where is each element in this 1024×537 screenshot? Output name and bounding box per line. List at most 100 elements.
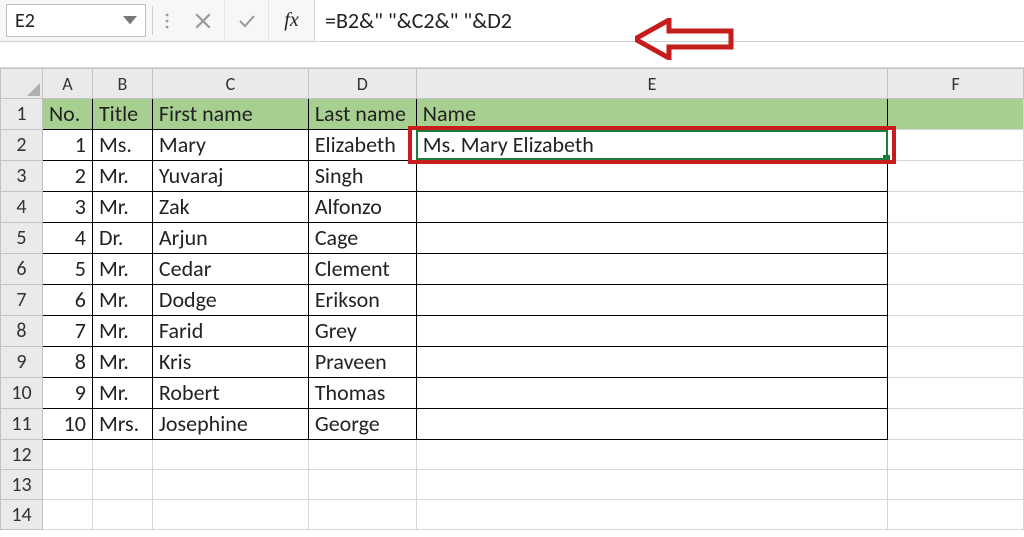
cell-B12[interactable]	[92, 440, 152, 470]
cell-E6[interactable]	[416, 254, 887, 285]
cell-A14[interactable]	[42, 500, 92, 530]
row-header-3[interactable]: 3	[1, 161, 43, 192]
cell-F8[interactable]	[888, 316, 1024, 347]
cell-C7[interactable]: Dodge	[152, 285, 308, 316]
cell-F10[interactable]	[888, 378, 1024, 409]
row-header-12[interactable]: 12	[1, 440, 43, 470]
cell-A11[interactable]: 10	[42, 409, 92, 440]
cell-B2[interactable]: Ms.	[92, 130, 152, 161]
cell-C1[interactable]: First name	[152, 99, 308, 130]
cell-F12[interactable]	[888, 440, 1024, 470]
cell-F2[interactable]	[888, 130, 1024, 161]
cell-E7[interactable]	[416, 285, 887, 316]
cell-E1[interactable]: Name	[416, 99, 887, 130]
name-box-dropdown-icon[interactable]	[123, 14, 137, 28]
cell-C4[interactable]: Zak	[152, 192, 308, 223]
cancel-formula-button[interactable]	[181, 0, 225, 41]
cell-D14[interactable]	[308, 500, 416, 530]
cell-C14[interactable]	[152, 500, 308, 530]
row-header-9[interactable]: 9	[1, 347, 43, 378]
enter-formula-button[interactable]	[225, 0, 269, 41]
cell-E14[interactable]	[416, 500, 887, 530]
cell-A1[interactable]: No.	[42, 99, 92, 130]
cell-B5[interactable]: Dr.	[92, 223, 152, 254]
cell-D5[interactable]: Cage	[308, 223, 416, 254]
cell-D10[interactable]: Thomas	[308, 378, 416, 409]
col-header-D[interactable]: D	[308, 69, 416, 99]
cell-D8[interactable]: Grey	[308, 316, 416, 347]
cell-C2[interactable]: Mary	[152, 130, 308, 161]
cell-D3[interactable]: Singh	[308, 161, 416, 192]
insert-function-button[interactable]: fx	[269, 0, 315, 41]
cell-B11[interactable]: Mrs.	[92, 409, 152, 440]
col-header-C[interactable]: C	[152, 69, 308, 99]
formula-input[interactable]: =B2&" "&C2&" "&D2	[315, 0, 1024, 41]
cell-E8[interactable]	[416, 316, 887, 347]
cell-E10[interactable]	[416, 378, 887, 409]
cell-D7[interactable]: Erikson	[308, 285, 416, 316]
cell-E5[interactable]	[416, 223, 887, 254]
cell-F3[interactable]	[888, 161, 1024, 192]
row-header-6[interactable]: 6	[1, 254, 43, 285]
cell-D13[interactable]	[308, 470, 416, 500]
worksheet-grid[interactable]: A B C D E F 1 No. Title First name Last …	[0, 68, 1024, 530]
cell-C10[interactable]: Robert	[152, 378, 308, 409]
cell-A2[interactable]: 1	[42, 130, 92, 161]
cell-E3[interactable]	[416, 161, 887, 192]
cell-F5[interactable]	[888, 223, 1024, 254]
cell-A10[interactable]: 9	[42, 378, 92, 409]
cell-C9[interactable]: Kris	[152, 347, 308, 378]
cell-F1[interactable]	[888, 99, 1024, 130]
col-header-F[interactable]: F	[888, 69, 1024, 99]
cell-D6[interactable]: Clement	[308, 254, 416, 285]
row-header-14[interactable]: 14	[1, 500, 43, 530]
row-header-8[interactable]: 8	[1, 316, 43, 347]
cell-A8[interactable]: 7	[42, 316, 92, 347]
row-header-13[interactable]: 13	[1, 470, 43, 500]
formula-bar-options-icon[interactable]	[153, 0, 181, 41]
cell-E4[interactable]	[416, 192, 887, 223]
cell-E11[interactable]	[416, 409, 887, 440]
cell-F14[interactable]	[888, 500, 1024, 530]
cell-A12[interactable]	[42, 440, 92, 470]
cell-E2[interactable]: Ms. Mary Elizabeth	[416, 130, 887, 161]
cell-B4[interactable]: Mr.	[92, 192, 152, 223]
col-header-A[interactable]: A	[42, 69, 92, 99]
cell-D11[interactable]: George	[308, 409, 416, 440]
cell-F4[interactable]	[888, 192, 1024, 223]
select-all-button[interactable]	[1, 69, 43, 99]
cell-A5[interactable]: 4	[42, 223, 92, 254]
cell-A13[interactable]	[42, 470, 92, 500]
cell-B8[interactable]: Mr.	[92, 316, 152, 347]
cell-C8[interactable]: Farid	[152, 316, 308, 347]
cell-B9[interactable]: Mr.	[92, 347, 152, 378]
cell-D12[interactable]	[308, 440, 416, 470]
row-header-4[interactable]: 4	[1, 192, 43, 223]
cell-C6[interactable]: Cedar	[152, 254, 308, 285]
row-header-11[interactable]: 11	[1, 409, 43, 440]
cell-C3[interactable]: Yuvaraj	[152, 161, 308, 192]
cell-F11[interactable]	[888, 409, 1024, 440]
cell-B13[interactable]	[92, 470, 152, 500]
cell-E12[interactable]	[416, 440, 887, 470]
cell-B14[interactable]	[92, 500, 152, 530]
cell-D9[interactable]: Praveen	[308, 347, 416, 378]
name-box[interactable]: E2	[6, 4, 146, 37]
row-header-2[interactable]: 2	[1, 130, 43, 161]
cell-D4[interactable]: Alfonzo	[308, 192, 416, 223]
cell-F7[interactable]	[888, 285, 1024, 316]
cell-F9[interactable]	[888, 347, 1024, 378]
cell-B10[interactable]: Mr.	[92, 378, 152, 409]
cell-B1[interactable]: Title	[92, 99, 152, 130]
row-header-7[interactable]: 7	[1, 285, 43, 316]
cell-A4[interactable]: 3	[42, 192, 92, 223]
col-header-E[interactable]: E	[416, 69, 887, 99]
row-header-1[interactable]: 1	[1, 99, 43, 130]
cell-B3[interactable]: Mr.	[92, 161, 152, 192]
cell-F13[interactable]	[888, 470, 1024, 500]
cell-C12[interactable]	[152, 440, 308, 470]
row-header-10[interactable]: 10	[1, 378, 43, 409]
cell-A3[interactable]: 2	[42, 161, 92, 192]
cell-A6[interactable]: 5	[42, 254, 92, 285]
cell-F6[interactable]	[888, 254, 1024, 285]
